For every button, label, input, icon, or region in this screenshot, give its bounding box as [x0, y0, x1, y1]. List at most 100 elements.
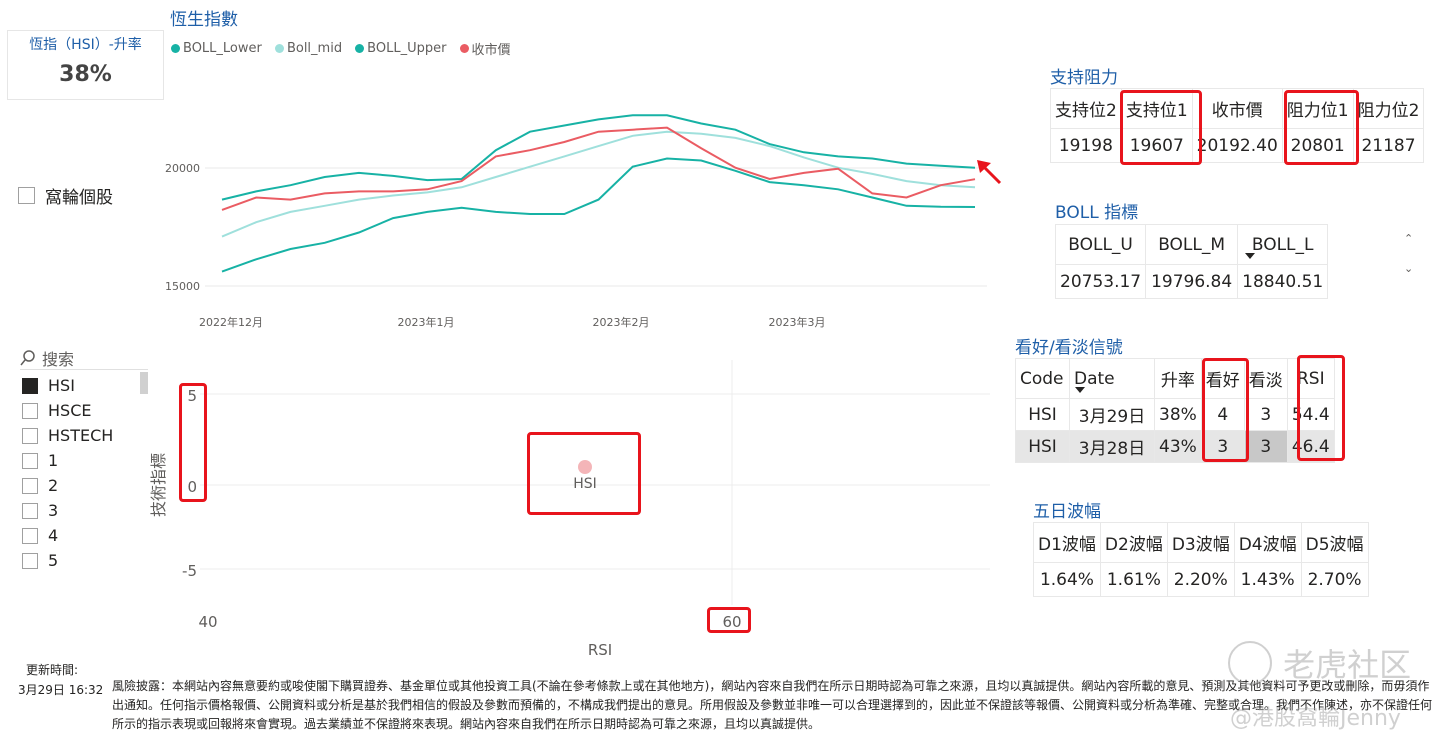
cell: 19198 — [1050, 128, 1122, 163]
header-cell: D2波幅 — [1099, 522, 1168, 563]
slicer-item-2[interactable]: 2 — [22, 473, 142, 498]
update-label: 更新時間: — [26, 663, 79, 677]
slicer-item-hsce[interactable]: HSCE — [22, 398, 142, 423]
slicer-item-label: 3 — [48, 501, 59, 520]
search-icon — [20, 350, 35, 366]
cell: 20753.17 — [1054, 264, 1147, 299]
header-cell: 支持位2 — [1050, 88, 1122, 129]
header-cell: 收市價 — [1191, 88, 1283, 129]
boll-table: BOLL_U BOLL_M BOLL_L 20753.17 19796.84 1… — [1054, 224, 1329, 299]
table-row[interactable]: HSI 3月29日 38% 4 3 54.4 — [1015, 398, 1335, 431]
series-line-boll-mid[interactable] — [221, 130, 976, 238]
checkbox[interactable] — [22, 552, 38, 569]
header-cell: D4波幅 — [1233, 522, 1302, 563]
table-header-row: Code Date 升率 看好 看淡 RSI — [1015, 358, 1335, 399]
cell: 19796.84 — [1145, 264, 1239, 299]
table-row: 20753.17 19796.84 18840.51 — [1054, 264, 1329, 299]
header-cell[interactable]: 升率 — [1154, 358, 1202, 399]
signal-title: 看好/看淡信號 — [1015, 338, 1123, 358]
cell: 38% — [1154, 398, 1202, 431]
cell: 21187 — [1352, 128, 1425, 163]
hsi-series-group — [221, 114, 976, 273]
highlight-box — [707, 607, 751, 633]
watermark: 老虎社区 — [1228, 640, 1411, 686]
checkbox-checked[interactable] — [22, 377, 38, 394]
x-tick-label: 40 — [198, 613, 217, 631]
checkbox[interactable] — [22, 427, 38, 444]
slicer-list: HSI HSCE HSTECH 1 2 3 4 5 — [22, 373, 142, 573]
header-cell: D3波幅 — [1166, 522, 1235, 563]
cell: 2.20% — [1166, 562, 1235, 597]
header-cell[interactable]: Code — [1015, 358, 1070, 399]
checkbox-box[interactable] — [18, 187, 35, 204]
sort-desc-icon[interactable] — [1245, 253, 1255, 259]
header-cell[interactable]: BOLL_M — [1145, 224, 1239, 265]
cell: 18840.51 — [1237, 264, 1329, 299]
slicer-item-label: 4 — [48, 526, 59, 545]
cell: 1.64% — [1033, 562, 1101, 597]
slicer-item-label: HSI — [48, 376, 75, 395]
boll-title: BOLL 指標 — [1055, 203, 1139, 223]
cell: 2.70% — [1300, 562, 1369, 597]
x-tick-label: 2023年1月 — [398, 315, 455, 329]
kpi-card: 恆指（HSI）-升率 38% — [7, 30, 164, 100]
header-cell[interactable]: BOLL_U — [1054, 224, 1147, 265]
cell: 1.61% — [1099, 562, 1168, 597]
slicer-item-label: 2 — [48, 476, 59, 495]
support-resistance-table: 支持位2 支持位1 收市價 阻力位1 阻力位2 19198 19607 2019… — [1050, 88, 1425, 163]
table-row: 1.64% 1.61% 2.20% 1.43% 2.70% — [1033, 562, 1369, 597]
checkbox[interactable] — [22, 527, 38, 544]
cell: 43% — [1154, 430, 1202, 463]
slicer-item-1[interactable]: 1 — [22, 448, 142, 473]
sort-desc-icon[interactable] — [1075, 387, 1085, 393]
wave-table: D1波幅 D2波幅 D3波幅 D4波幅 D5波幅 1.64% 1.61% 2.2… — [1033, 522, 1369, 597]
x-tick-label: 2023年2月 — [593, 315, 650, 329]
watermark-logo-icon — [1228, 641, 1272, 685]
y-axis-title: 技術指標 — [150, 453, 168, 517]
slicer-item-label: HSCE — [48, 401, 92, 420]
x-axis-title: RSI — [588, 641, 612, 659]
slicer-item-label: HSTECH — [48, 426, 114, 445]
cell: HSI — [1015, 398, 1070, 431]
scroll-up-icon[interactable]: ⌃ — [1404, 232, 1413, 245]
cell: HSI — [1015, 430, 1070, 463]
header-cell[interactable]: 看淡 — [1243, 358, 1288, 399]
warrant-stock-checkbox[interactable]: 窩輪個股 — [18, 183, 113, 208]
highlight-box — [1297, 355, 1345, 461]
highlight-box — [527, 432, 641, 515]
cell: 3月28日 — [1069, 430, 1155, 463]
signal-table: Code Date 升率 看好 看淡 RSI HSI 3月29日 38% 4 3… — [1015, 358, 1335, 463]
table-row[interactable]: HSI 3月28日 43% 3 3 46.4 — [1015, 430, 1335, 463]
checkbox[interactable] — [22, 402, 38, 419]
slicer-search[interactable]: 搜索 — [20, 347, 148, 370]
checkbox[interactable] — [22, 477, 38, 494]
cell: 3 — [1243, 398, 1288, 431]
scroll-down-icon[interactable]: ⌄ — [1404, 262, 1413, 275]
support-resistance-title: 支持阻力 — [1050, 68, 1118, 88]
search-input[interactable]: 搜索 — [42, 346, 74, 370]
highlight-box — [179, 383, 207, 502]
cell: 1.43% — [1233, 562, 1302, 597]
highlight-box — [1202, 358, 1249, 462]
slicer-item-4[interactable]: 4 — [22, 523, 142, 548]
slicer-item-hsi[interactable]: HSI — [22, 373, 142, 398]
watermark-text: 老虎社区 — [1283, 646, 1412, 684]
cell: 20192.40 — [1191, 128, 1283, 163]
hsi-chart: 恆生指數 BOLL_Lower Boll_mid BOLL_Upper 收市價 … — [165, 0, 1005, 335]
x-tick-label: 2023年3月 — [769, 315, 826, 329]
slicer-scrollbar[interactable] — [140, 372, 148, 394]
checkbox[interactable] — [22, 502, 38, 519]
series-line--[interactable] — [221, 126, 976, 211]
cell: 3 — [1243, 430, 1288, 463]
slicer-item-5[interactable]: 5 — [22, 548, 142, 573]
checkbox-label: 窩輪個股 — [45, 188, 113, 208]
wave-title: 五日波幅 — [1033, 502, 1101, 522]
slicer-item-label: 1 — [48, 451, 59, 470]
checkbox[interactable] — [22, 452, 38, 469]
y-tick-label: 15000 — [165, 280, 200, 293]
slicer-item-label: 5 — [48, 551, 59, 570]
slicer-item-3[interactable]: 3 — [22, 498, 142, 523]
y-tick-label: -5 — [182, 562, 197, 580]
highlight-box — [1120, 90, 1202, 165]
slicer-item-hstech[interactable]: HSTECH — [22, 423, 142, 448]
